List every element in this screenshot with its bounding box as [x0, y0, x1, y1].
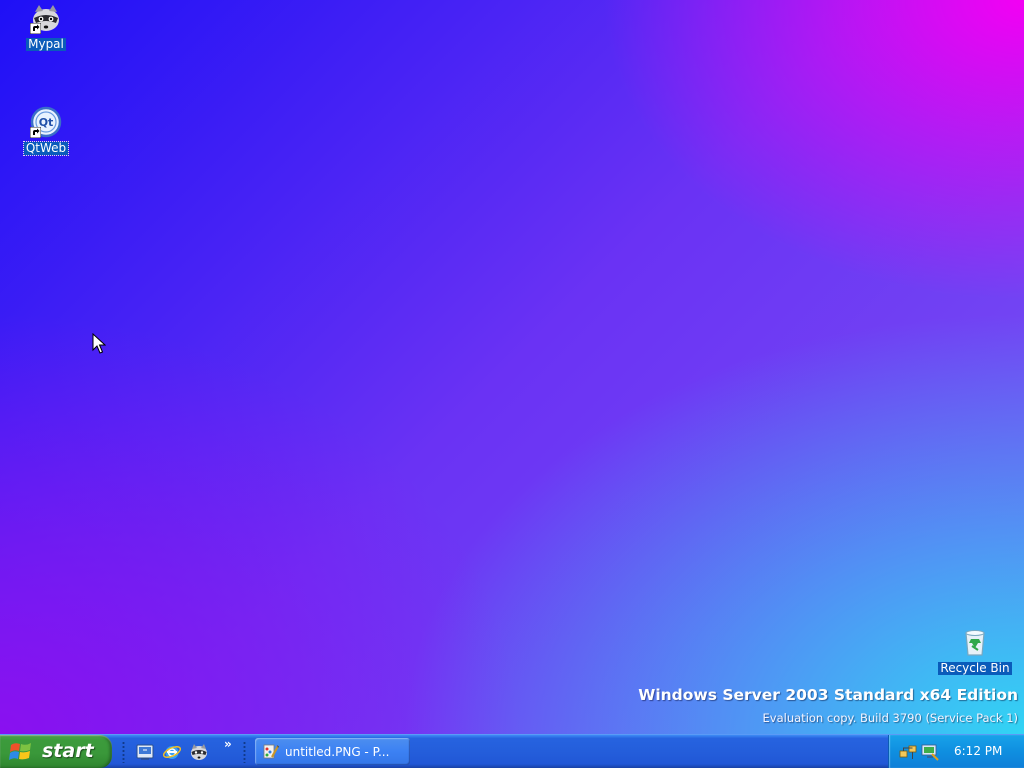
start-label: start	[42, 740, 94, 762]
os-edition-watermark: Windows Server 2003 Standard x64 Edition	[638, 686, 1018, 704]
task-button-label: untitled.PNG - P...	[285, 745, 390, 759]
shortcut-arrow-icon	[30, 127, 41, 138]
network-icon[interactable]	[899, 743, 917, 761]
start-button[interactable]: start	[0, 735, 112, 768]
raccoon-icon[interactable]	[189, 742, 209, 762]
recycle-bin-icon	[959, 626, 991, 658]
show-desktop-icon[interactable]	[135, 742, 155, 762]
desktop-icon-label: Recycle Bin	[938, 661, 1012, 675]
windows-logo-icon	[9, 743, 31, 760]
desktop: Mypal Qt QtWeb Recycle Bin Windows Serve…	[0, 0, 1024, 734]
desktop-icon-recycle-bin[interactable]: Recycle Bin	[938, 626, 1012, 675]
toolbar-grip[interactable]	[122, 741, 125, 763]
desktop-icon-mypal[interactable]: Mypal	[9, 2, 83, 51]
internet-explorer-icon[interactable]	[162, 742, 182, 762]
display-icon[interactable]	[921, 743, 939, 761]
shortcut-arrow-icon	[30, 23, 41, 34]
taskbar: start » untitled.PNG - P... 6:12 PM	[0, 734, 1024, 768]
system-tray: 6:12 PM	[888, 735, 1024, 768]
build-info-watermark: Evaluation copy. Build 3790 (Service Pac…	[762, 711, 1018, 725]
raccoon-icon	[30, 2, 62, 34]
quick-launch-more-chevron[interactable]: »	[224, 738, 232, 750]
desktop-icon-qtweb[interactable]: Qt QtWeb	[9, 106, 83, 156]
toolbar-grip[interactable]	[243, 741, 246, 763]
desktop-icon-label: QtWeb	[22, 141, 70, 156]
qt-logo-icon: Qt	[30, 106, 62, 138]
task-button-paint[interactable]: untitled.PNG - P...	[255, 738, 410, 765]
desktop-icon-label: Mypal	[26, 37, 66, 51]
tray-clock[interactable]: 6:12 PM	[954, 744, 1002, 758]
paint-icon	[263, 744, 279, 759]
mouse-pointer-icon	[92, 333, 106, 354]
